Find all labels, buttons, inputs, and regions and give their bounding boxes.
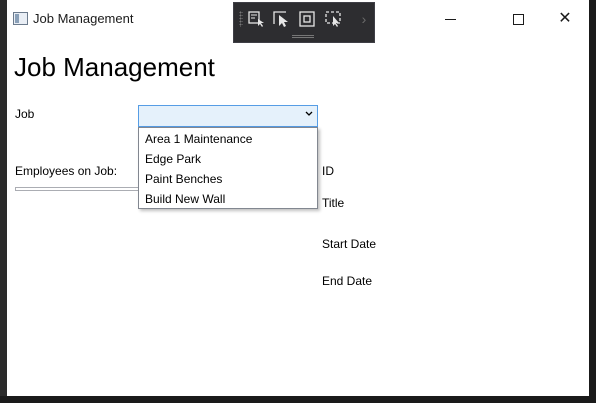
chevron-right-icon[interactable]: › [354, 10, 374, 28]
display-layout-adorners-icon[interactable] [297, 10, 317, 28]
id-label: ID [322, 164, 334, 178]
job-option[interactable]: Edge Park [145, 152, 201, 166]
chevron-down-icon [305, 109, 313, 120]
start-date-label: Start Date [322, 237, 377, 251]
window-title: Job Management [33, 11, 134, 26]
job-option[interactable]: Area 1 Maintenance [145, 132, 252, 146]
app-window-icon [13, 12, 28, 25]
job-combobox[interactable] [138, 105, 318, 127]
select-element-icon[interactable] [247, 10, 267, 28]
job-option[interactable]: Paint Benches [145, 172, 222, 186]
title-label: Title [322, 196, 345, 210]
close-button[interactable]: ✕ [542, 0, 588, 38]
job-dropdown-list: Area 1 Maintenance Edge Park Paint Bench… [138, 127, 318, 209]
employees-label: Employees on Job: [15, 164, 118, 178]
job-label: Job [15, 107, 35, 121]
page-title: Job Management [14, 52, 215, 82]
toolbar-grip[interactable] [239, 11, 243, 27]
left-window-edge [0, 0, 7, 403]
maximize-icon [512, 13, 524, 25]
employees-listbox[interactable] [15, 187, 141, 191]
bottom-window-edge [0, 396, 596, 403]
track-focus-icon[interactable] [324, 10, 344, 28]
toolbar-collapse-handle[interactable] [292, 35, 314, 38]
close-icon: ✕ [558, 10, 572, 27]
end-date-label: End Date [322, 274, 373, 288]
minimize-icon [444, 18, 456, 20]
job-option[interactable]: Build New Wall [145, 192, 225, 206]
right-window-edge [589, 0, 596, 403]
minimize-button[interactable] [427, 0, 473, 38]
app-window: Job Management ✕ › Job Management Job Em… [7, 0, 589, 396]
maximize-button[interactable] [495, 0, 541, 38]
pointer-icon[interactable] [272, 10, 292, 28]
xaml-debug-toolbar: › [233, 2, 375, 43]
